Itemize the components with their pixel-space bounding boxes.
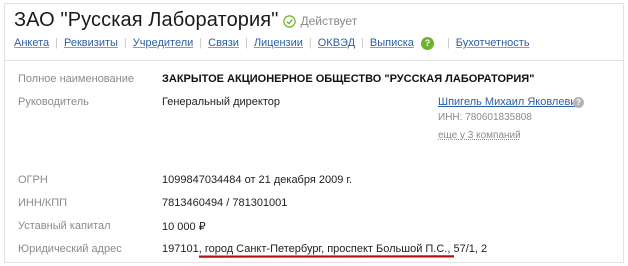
inn-kpp-label: ИНН/КПП [18,197,68,209]
director-name-link[interactable]: Шпигель Михаил Яковлевич [438,96,582,108]
help-icon[interactable]: ? [420,36,434,50]
ogrn-label: ОГРН [18,174,48,186]
tab-separator: | [446,37,450,49]
capital-value-wrap: 10 000 ₽ [162,220,206,233]
ruble-sign: ₽ [198,221,206,233]
tab-separator: | [308,37,312,49]
tab-separator: | [123,37,127,49]
tab-svyazi[interactable]: Связи [208,37,239,49]
red-highlight-underline [199,255,454,258]
tabs-nav: Анкета | Реквизиты | Учредители | Связи … [14,36,530,50]
tab-anketa[interactable]: Анкета [14,37,49,49]
director-more-companies-link[interactable]: еще у 3 компаний [438,130,521,141]
director-inn: ИНН: 780601835808 [438,112,532,123]
inn-kpp-value: 7813460494 / 781301001 [162,197,288,209]
company-header: ЗАО "Русская Лаборатория" Действует [14,8,357,32]
tab-separator: | [361,37,364,49]
tab-separator: | [55,37,58,49]
director-label: Руководитель [18,96,89,108]
capital-value: 10 000 [162,221,196,233]
address-value: 197101, город Санкт-Петербург, проспект … [162,243,488,255]
address-label: Юридический адрес [18,243,122,255]
full-name-value: ЗАКРЫТОЕ АКЦИОНЕРНОЕ ОБЩЕСТВО "РУССКАЯ Л… [162,73,535,85]
ogrn-value: 1099847034484 от 21 декабря 2009 г. [162,174,353,186]
tab-buhotchetnost[interactable]: Бухотчетность [456,37,530,49]
question-icon[interactable]: ? [573,97,584,108]
capital-label: Уставный капитал [18,220,111,232]
full-name-label: Полное наименование [18,73,134,85]
tab-uchrediteli[interactable]: Учредители [133,37,194,49]
company-title: ЗАО "Русская Лаборатория" [14,8,279,31]
check-circle-icon [283,14,297,28]
header-divider [4,60,624,61]
director-role: Генеральный директор [162,96,280,108]
tab-okved[interactable]: ОКВЭД [318,37,355,49]
tab-separator: | [199,37,203,49]
tab-licenzii[interactable]: Лицензии [254,37,303,49]
status-label: Действует [300,14,358,28]
tab-separator: | [244,37,248,49]
tab-vypiska[interactable]: Выписка [370,37,414,49]
tab-rekvizity[interactable]: Реквизиты [64,37,118,49]
